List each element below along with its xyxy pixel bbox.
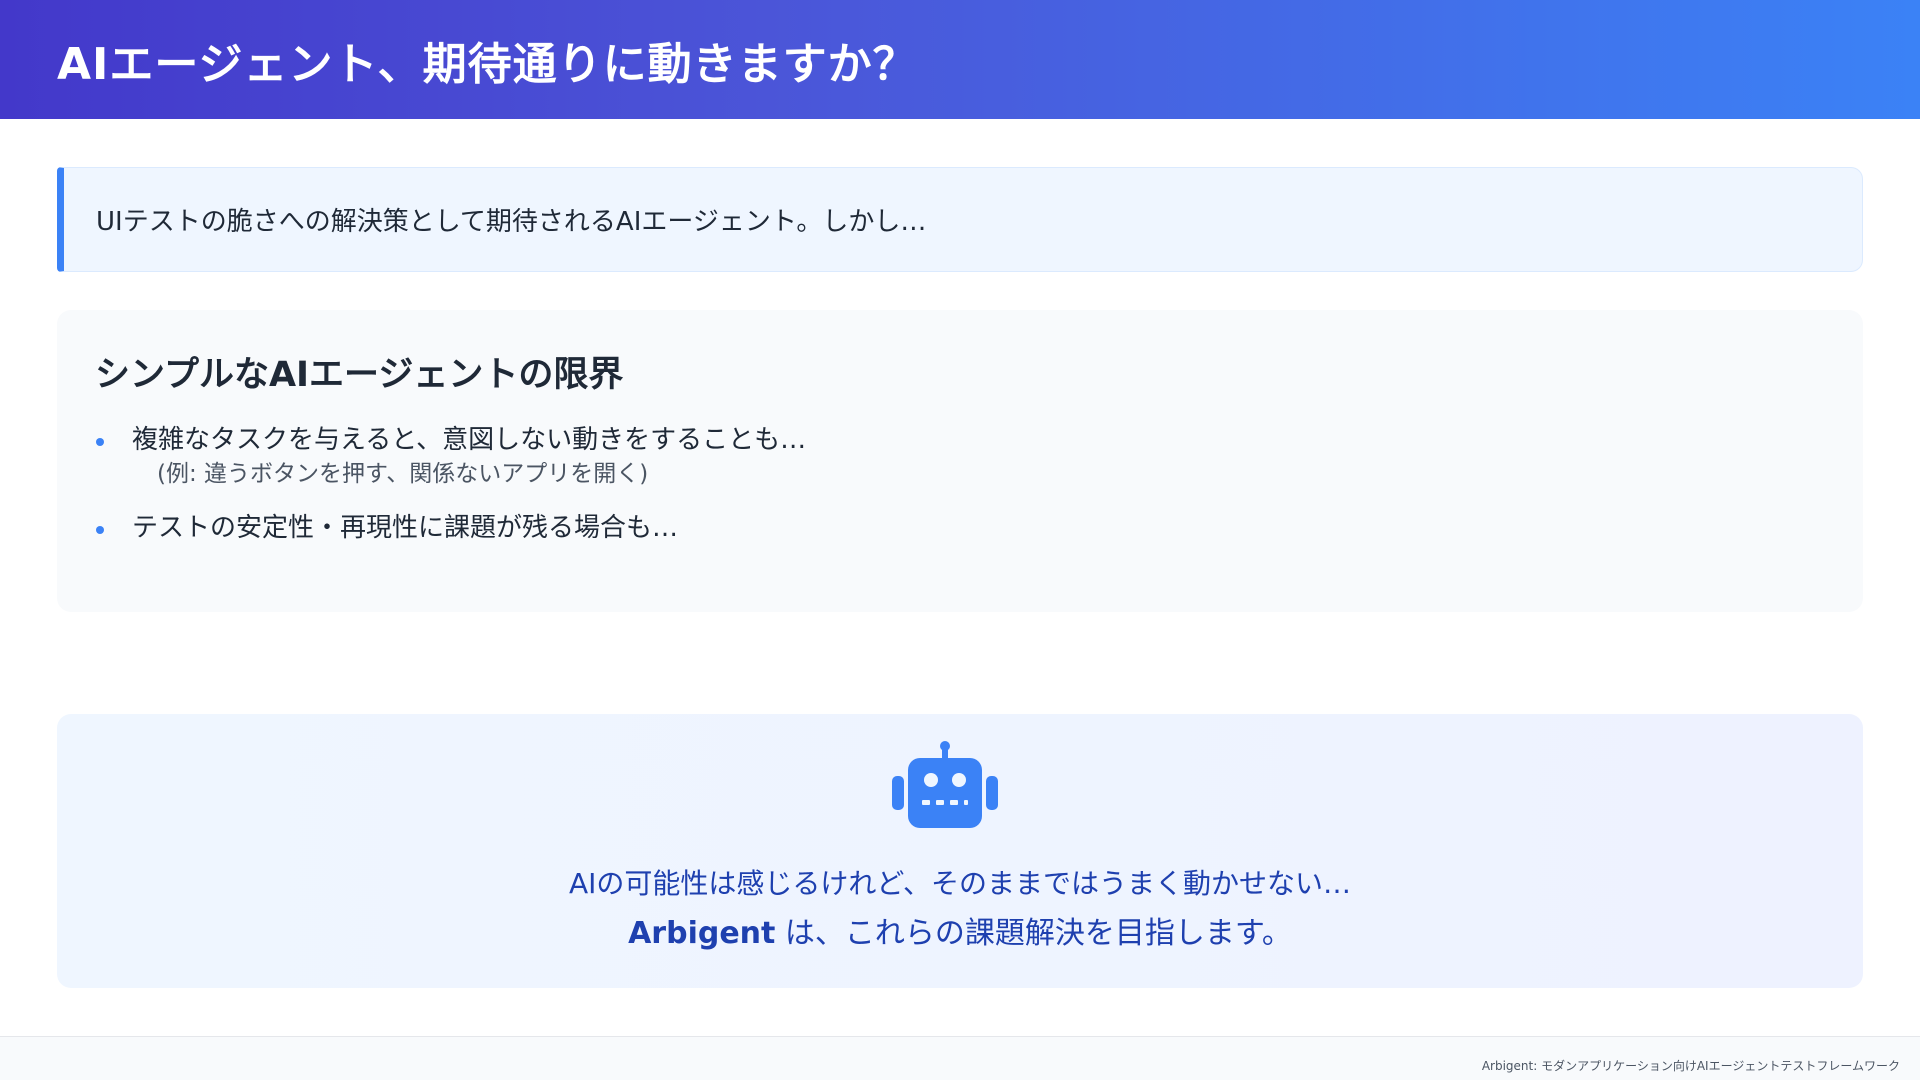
bullet-icon [96, 438, 104, 446]
slide-title: AIエージェント、期待通りに動きますか？ [57, 38, 918, 90]
list-item-text: テストの安定性・再現性に課題が残る場合も… [132, 513, 679, 543]
callout-line-1: AIの可能性は感じるけれど、そのままではうまく動かせない… [568, 867, 1351, 900]
list-item-example: (例: 違うボタンを押す、関係ないアプリを開く) [157, 461, 649, 487]
intro-text: UIテストの脆さへの解決策として期待されるAIエージェント。しかし… [96, 207, 927, 237]
callout-card: AIの可能性は感じるけれど、そのままではうまく動かせない… Arbigent は… [57, 714, 1863, 988]
robot-icon [892, 741, 998, 828]
limits-heading: シンプルなAIエージェントの限界 [95, 355, 624, 395]
slide-header: AIエージェント、期待通りに動きますか？ [0, 0, 1920, 119]
callout-line-2-text: は、これらの課題解決を目指します。 [775, 916, 1292, 951]
list-item: 複雑なタスクを与えると、意図しない動きをすることも… (例: 違うボタンを押す、… [95, 421, 1863, 489]
bullet-icon [96, 526, 104, 534]
intro-banner: UIテストの脆さへの解決策として期待されるAIエージェント。しかし… [57, 167, 1863, 272]
footer-text: Arbigent: モダンアプリケーション向けAIエージェントテストフレームワー… [1481, 1059, 1900, 1073]
callout-line-2: Arbigent は、これらの課題解決を目指します。 [57, 908, 1863, 952]
list-item: テストの安定性・再現性に課題が残る場合も… [95, 509, 1863, 547]
limits-list: 複雑なタスクを与えると、意図しない動きをすることも… (例: 違うボタンを押す、… [95, 421, 1863, 547]
list-item-text: 複雑なタスクを与えると、意図しない動きをすることも… [132, 425, 807, 455]
slide-footer: Arbigent: モダンアプリケーション向けAIエージェントテストフレームワー… [0, 1036, 1920, 1080]
brand-name: Arbigent [628, 916, 776, 951]
limits-card: シンプルなAIエージェントの限界 複雑なタスクを与えると、意図しない動きをするこ… [57, 310, 1863, 612]
